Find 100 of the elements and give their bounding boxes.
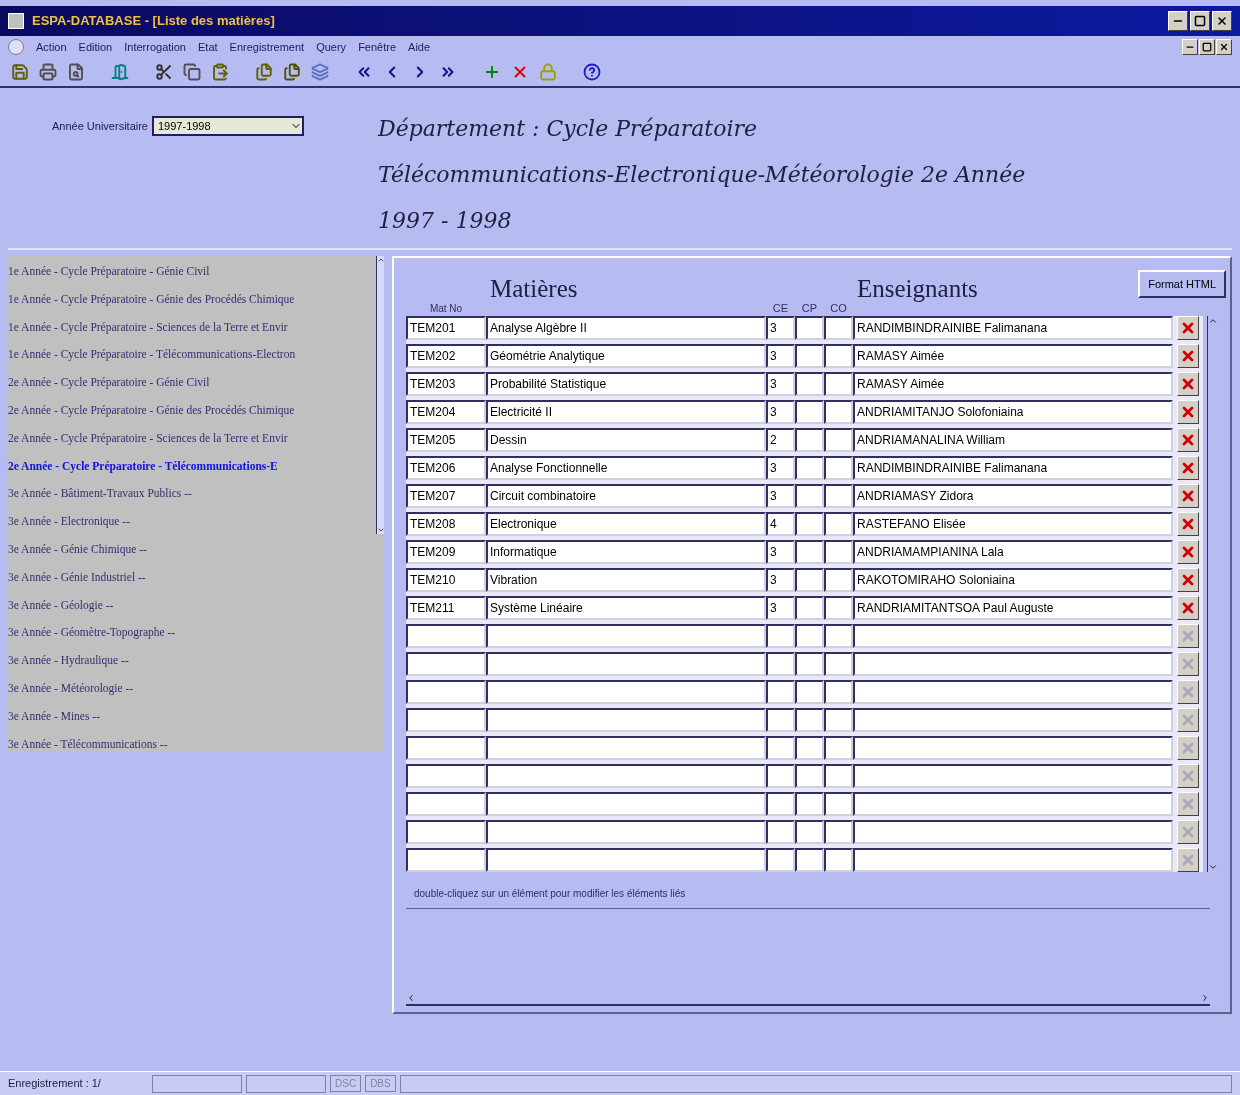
menu-item[interactable]: Fenêtre <box>358 38 397 56</box>
class-list-item[interactable]: 3e Année - Géologie -- <box>8 591 376 620</box>
co-field[interactable] <box>824 624 853 648</box>
delete-button[interactable] <box>1177 428 1199 452</box>
mat-no-field[interactable]: TEM204 <box>406 400 486 424</box>
menu-item[interactable]: Interrogation <box>124 38 186 56</box>
co-field[interactable] <box>824 848 853 872</box>
class-list-item[interactable]: 2e Année - Cycle Préparatoire - Génie Civil <box>8 369 376 397</box>
co-field[interactable] <box>824 568 853 592</box>
teacher-field[interactable]: RAKOTOMIRAHO Soloniaina <box>853 568 1173 592</box>
scrollbar[interactable] <box>1207 316 1217 872</box>
teacher-field[interactable] <box>853 624 1173 648</box>
teacher-field[interactable]: ANDRIAMITANJO Solofoniaina <box>853 400 1173 424</box>
cp-field[interactable] <box>795 316 824 340</box>
class-list-item[interactable]: 3e Année - Mines -- <box>8 702 376 731</box>
subject-field[interactable]: Analyse Fonctionnelle <box>486 456 766 480</box>
class-list-item[interactable]: 2e Année - Cycle Préparatoire - Génie des Procédés Chimique <box>8 397 376 425</box>
close-button[interactable] <box>1216 39 1232 55</box>
mat-no-field[interactable]: TEM211 <box>406 596 486 620</box>
mat-no-field[interactable] <box>406 680 486 704</box>
delete-button[interactable] <box>1177 568 1199 592</box>
mat-no-field[interactable]: TEM206 <box>406 456 486 480</box>
class-list-item[interactable]: 3e Année - Electronique -- <box>8 508 376 536</box>
mat-no-field[interactable] <box>406 708 486 732</box>
delete-button[interactable] <box>1177 344 1199 368</box>
subject-field[interactable]: Géométrie Analytique <box>486 344 766 368</box>
co-field[interactable] <box>824 680 853 704</box>
delete-button[interactable] <box>1177 372 1199 396</box>
co-field[interactable] <box>824 344 853 368</box>
teacher-field[interactable]: RANDIMBINDRAINIBE Falimanana <box>853 456 1173 480</box>
mat-no-field[interactable] <box>406 764 486 788</box>
maximize-button[interactable] <box>1190 11 1210 31</box>
scroll-down-icon[interactable] <box>1208 862 1218 872</box>
teacher-field[interactable]: RASTEFANO Elisée <box>853 512 1173 536</box>
cp-field[interactable] <box>795 680 824 704</box>
mat-no-field[interactable]: TEM205 <box>406 428 486 452</box>
menu-item[interactable]: Query <box>316 38 347 56</box>
teacher-field[interactable] <box>853 764 1173 788</box>
mat-no-field[interactable]: TEM203 <box>406 372 486 396</box>
scroll-up-icon[interactable] <box>1208 316 1218 326</box>
ce-field[interactable]: 4 <box>766 512 795 536</box>
teacher-field[interactable]: RANDRIAMITANTSOA Paul Auguste <box>853 596 1173 620</box>
teacher-field[interactable]: ANDRIAMAMPIANINA Lala <box>853 540 1173 564</box>
cp-field[interactable] <box>795 372 824 396</box>
ce-field[interactable]: 3 <box>766 596 795 620</box>
subject-field[interactable]: Probabilité Statistique <box>486 372 766 396</box>
subject-field[interactable]: Vibration <box>486 568 766 592</box>
teacher-field[interactable] <box>853 708 1173 732</box>
subject-field[interactable]: Circuit combinatoire <box>486 484 766 508</box>
teacher-field[interactable] <box>853 652 1173 676</box>
class-list-item[interactable]: 3e Année - Génie Industriel -- <box>8 563 376 592</box>
subject-field[interactable]: Electricité II <box>486 400 766 424</box>
co-field[interactable] <box>824 428 853 452</box>
ce-field[interactable] <box>766 820 795 844</box>
cp-field[interactable] <box>795 428 824 452</box>
ce-field[interactable] <box>766 652 795 676</box>
scrollbar[interactable] <box>376 256 384 534</box>
teacher-field[interactable] <box>853 736 1173 760</box>
cp-field[interactable] <box>795 624 824 648</box>
teacher-field[interactable]: RAMASY Aimée <box>853 372 1173 396</box>
teacher-field[interactable]: ANDRIAMANALINA William <box>853 428 1173 452</box>
cp-field[interactable] <box>795 540 824 564</box>
co-field[interactable] <box>824 400 853 424</box>
mat-no-field[interactable] <box>406 624 486 648</box>
mat-no-field[interactable]: TEM202 <box>406 344 486 368</box>
cp-field[interactable] <box>795 456 824 480</box>
subject-field[interactable]: Dessin <box>486 428 766 452</box>
class-list-item[interactable]: 1e Année - Cycle Préparatoire - Télécommunications-Electron <box>8 341 376 370</box>
teacher-field[interactable] <box>853 820 1173 844</box>
delete-button[interactable] <box>1177 540 1199 564</box>
subject-field[interactable] <box>486 624 766 648</box>
ce-field[interactable]: 3 <box>766 484 795 508</box>
cp-field[interactable] <box>795 652 824 676</box>
delete-button[interactable] <box>1177 596 1199 620</box>
class-list-item[interactable]: 3e Année - Météorologie -- <box>8 674 376 703</box>
subject-field[interactable] <box>486 848 766 872</box>
cp-field[interactable] <box>795 736 824 760</box>
subject-field[interactable]: Analyse Algèbre II <box>486 316 766 340</box>
cp-field[interactable] <box>795 820 824 844</box>
co-field[interactable] <box>824 512 853 536</box>
class-list-item[interactable]: 3e Année - Génie Chimique -- <box>8 535 376 564</box>
subject-field[interactable] <box>486 736 766 760</box>
class-list-item[interactable]: 3e Année - Géomètre-Topographe -- <box>8 619 376 648</box>
co-field[interactable] <box>824 652 853 676</box>
subject-field[interactable]: Informatique <box>486 540 766 564</box>
menu-item[interactable]: Edition <box>78 38 113 56</box>
mat-no-field[interactable] <box>406 848 486 872</box>
class-list-item[interactable]: 3e Année - Télécommunications -- <box>8 730 376 752</box>
mat-no-field[interactable] <box>406 820 486 844</box>
subject-field[interactable] <box>486 764 766 788</box>
co-field[interactable] <box>824 484 853 508</box>
co-field[interactable] <box>824 316 853 340</box>
co-field[interactable] <box>824 764 853 788</box>
cp-field[interactable] <box>795 708 824 732</box>
ce-field[interactable] <box>766 764 795 788</box>
close-button[interactable] <box>1212 11 1232 31</box>
co-field[interactable] <box>824 792 853 816</box>
class-list-item[interactable]: 1e Année - Cycle Préparatoire - Sciences de la Terre et Envir <box>8 313 376 342</box>
ce-field[interactable]: 3 <box>766 372 795 396</box>
ce-field[interactable] <box>766 624 795 648</box>
